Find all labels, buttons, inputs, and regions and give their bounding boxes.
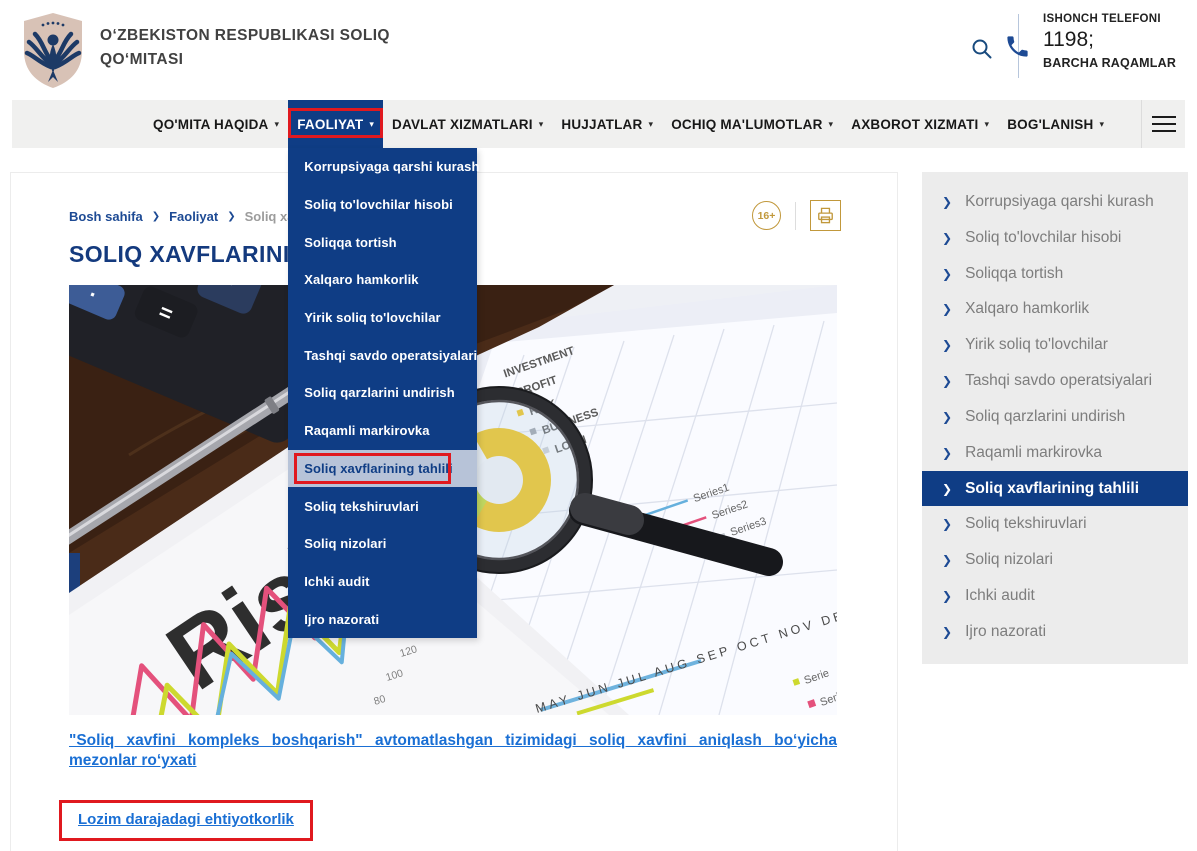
chevron-right-icon: ❯ [152,211,160,222]
menu-item-yirik-soliq-tolovchilar[interactable]: Yirik soliq to'lovchilar [288,299,477,337]
chevron-down-icon: ▾ [829,119,834,130]
trust-phone-block: ISHONCH TELEFONI 1198; BARCHA RAQAMLAR [1043,13,1193,70]
breadcrumb-faoliyat[interactable]: Faoliyat [169,209,218,224]
chevron-down-icon: ▾ [1099,119,1104,130]
chevron-down-icon: ▾ [648,119,653,130]
sidebar-item-ijro-nazorati[interactable]: ❯ Ijro nazorati [922,614,1188,650]
chevron-right-icon: ❯ [942,302,952,316]
menu-item-tashqi-savdo-operatsiyalari[interactable]: Tashqi savdo operatsiyalari [288,336,477,374]
eagle-emblem-icon [18,10,88,90]
nav-item-faoliyat[interactable]: FAOLIYAT ▾ Korrupsiyaga qarshi kurash So… [288,100,383,148]
sidebar-item-xalqaro-hamkorlik[interactable]: ❯ Xalqaro hamkorlik [922,291,1188,327]
sidebar-item-korrupsiyaga-qarshi-kurash[interactable]: ❯ Korrupsiyaga qarshi kurash [922,184,1188,220]
chevron-right-icon: ❯ [942,625,952,639]
sidebar-item-ichki-audit[interactable]: ❯ Ichki audit [922,578,1188,614]
phone-button[interactable] [1004,33,1031,60]
page-badges: 16+ [752,200,841,231]
sidebar-item-raqamli-markirovka[interactable]: ❯ Raqamli markirovka [922,435,1188,471]
chevron-right-icon: ❯ [227,211,235,222]
lozim-darajadagi-ehtiyotkorlik-link[interactable]: Lozim darajadagi ehtiyotkorlik [78,811,294,828]
menu-item-soliq-xavflarining-tahlili[interactable]: Soliq xavflarining tahlili [288,450,477,488]
nav-item-ochiq-malumotlar[interactable]: OCHIQ MA'LUMOTLAR ▾ [662,100,842,148]
sidebar-item-soliq-qarzlarini-undirish[interactable]: ❯ Soliq qarzlarini undirish [922,399,1188,435]
menu-item-korrupsiyaga-qarshi-kurash[interactable]: Korrupsiyaga qarshi kurash [288,148,477,186]
all-numbers-link[interactable]: BARCHA RAQAMLAR [1043,56,1193,70]
menu-item-ichki-audit[interactable]: Ichki audit [288,563,477,601]
agency-logo[interactable] [18,10,88,90]
menu-item-soliqqa-tortish[interactable]: Soliqqa tortish [288,223,477,261]
chevron-down-icon: ▾ [275,119,280,130]
chevron-right-icon: ❯ [942,338,952,352]
chevron-right-icon: ❯ [942,195,952,209]
search-button[interactable] [970,37,994,61]
chevron-right-icon: ❯ [942,410,952,424]
chevron-right-icon: ❯ [942,482,952,496]
nav-item-axborot-xizmati[interactable]: AXBOROT XIZMATI ▾ [842,100,998,148]
sidebar-item-soliq-nizolari[interactable]: ❯ Soliq nizolari [922,542,1188,578]
age-rating-badge: 16+ [752,201,781,230]
nav-item-boglanish[interactable]: BOG'LANISH ▾ [998,100,1113,148]
trust-phone-number[interactable]: 1198; [1043,28,1193,52]
hamburger-menu-button[interactable] [1141,100,1185,148]
sidebar-item-soliq-tolovchilar-hisobi[interactable]: ❯ Soliq to'lovchilar hisobi [922,220,1188,256]
chevron-down-icon: ▾ [985,119,990,130]
faoliyat-dropdown-menu: Korrupsiyaga qarshi kurash Soliq to'lovc… [288,148,477,638]
phone-icon [1004,33,1031,60]
chevron-down-icon: ▾ [539,119,544,130]
section-sidebar: ❯ Korrupsiyaga qarshi kurash ❯ Soliq to'… [922,172,1188,664]
chevron-right-icon: ❯ [942,553,952,567]
chevron-right-icon: ❯ [942,374,952,388]
printer-icon [816,206,835,225]
document-link[interactable]: "Soliq xavfini kompleks boshqarish" avto… [69,731,837,772]
badge-divider [795,202,796,230]
sidebar-item-tashqi-savdo-operatsiyalari[interactable]: ❯ Tashqi savdo operatsiyalari [922,363,1188,399]
breadcrumb-home[interactable]: Bosh sahifa [69,209,143,224]
menu-item-soliq-nizolari[interactable]: Soliq nizolari [288,525,477,563]
hamburger-icon [1152,116,1176,118]
chevron-right-icon: ❯ [942,267,952,281]
nav-item-qomita-haqida[interactable]: QO'MITA HAQIDA ▾ [144,100,288,148]
org-name: OʻZBEKISTON RESPUBLIKASI SOLIQ QOʻMITASI [100,24,410,72]
nav-item-davlat-xizmatlari[interactable]: DAVLAT XIZMATLARI ▾ [383,100,552,148]
menu-item-soliq-qarzlarini-undirish[interactable]: Soliq qarzlarini undirish [288,374,477,412]
chevron-right-icon: ❯ [942,231,952,245]
print-button[interactable] [810,200,841,231]
main-nav: QO'MITA HAQIDA ▾ FAOLIYAT ▾ Korrupsiyaga… [12,100,1185,148]
search-icon [970,37,994,61]
menu-item-xalqaro-hamkorlik[interactable]: Xalqaro hamkorlik [288,261,477,299]
menu-item-soliq-tekshiruvlari[interactable]: Soliq tekshiruvlari [288,487,477,525]
sidebar-item-soliqqa-tortish[interactable]: ❯ Soliqqa tortish [922,256,1188,292]
header: OʻZBEKISTON RESPUBLIKASI SOLIQ QOʻMITASI… [0,0,1197,100]
menu-item-soliq-tolovchilar-hisobi[interactable]: Soliq to'lovchilar hisobi [288,186,477,224]
annotation-highlight-box: Lozim darajadagi ehtiyotkorlik [59,800,313,841]
chevron-right-icon: ❯ [942,446,952,460]
page: OʻZBEKISTON RESPUBLIKASI SOLIQ QOʻMITASI… [0,0,1197,851]
chevron-down-icon: ▾ [369,119,374,130]
trust-phone-label: ISHONCH TELEFONI [1043,13,1193,25]
nav-item-hujjatlar[interactable]: HUJJATLAR ▾ [552,100,662,148]
menu-item-ijro-nazorati[interactable]: Ijro nazorati [288,600,477,638]
chevron-right-icon: ❯ [942,589,952,603]
sidebar-item-soliq-xavflarining-tahlili[interactable]: ❯ Soliq xavflarining tahlili [922,471,1188,507]
menu-item-raqamli-markirovka[interactable]: Raqamli markirovka [288,412,477,450]
chevron-right-icon: ❯ [942,517,952,531]
sidebar-item-yirik-soliq-tolovchilar[interactable]: ❯ Yirik soliq to'lovchilar [922,327,1188,363]
sidebar-item-soliq-tekshiruvlari[interactable]: ❯ Soliq tekshiruvlari [922,506,1188,542]
